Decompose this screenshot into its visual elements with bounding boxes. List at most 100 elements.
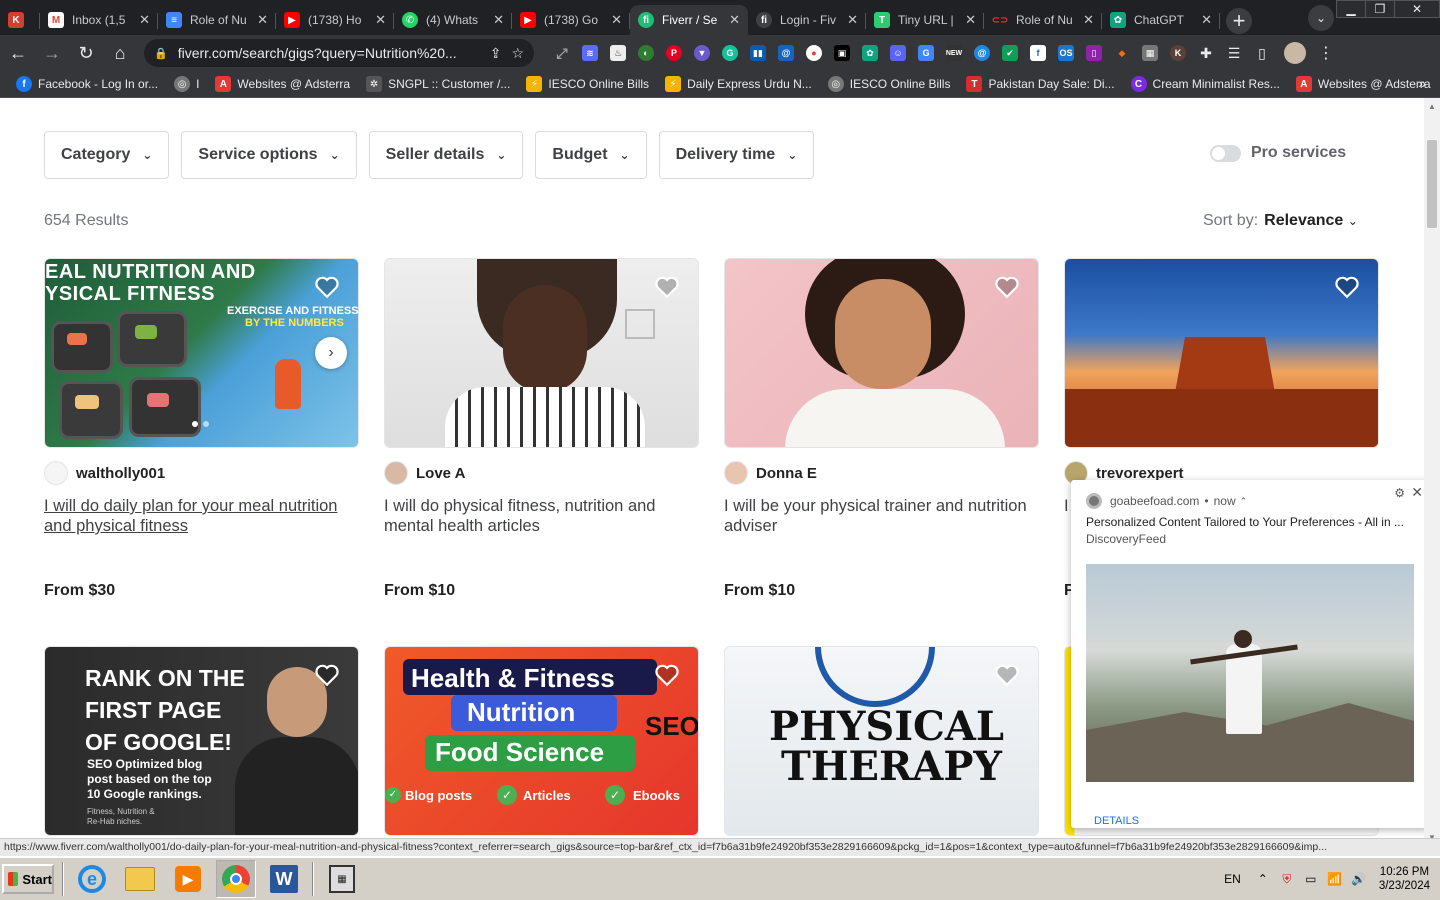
clock[interactable]: 10:26 PM 3/23/2024 (1379, 865, 1430, 893)
gig-card[interactable]: EAL NUTRITION AND YSICAL FITNESS EXERCIS… (44, 258, 359, 600)
seller-name[interactable]: Love A (416, 465, 465, 482)
profile-avatar[interactable] (1284, 42, 1306, 64)
close-icon[interactable]: ✕ (139, 12, 150, 28)
language-indicator[interactable]: EN (1224, 872, 1241, 886)
close-icon[interactable]: ✕ (847, 12, 858, 28)
tab-2[interactable]: ≡ Role of Nu ✕ (158, 5, 276, 35)
gig-title-link[interactable]: I will do daily plan for your meal nutri… (44, 496, 359, 556)
network-icon[interactable]: 📶 (1327, 871, 1343, 887)
gig-thumbnail[interactable]: EAL NUTRITION AND YSICAL FITNESS EXERCIS… (44, 258, 359, 448)
bookmark-item[interactable]: ✲ SNGPL :: Customer /... (366, 76, 510, 92)
extension-icon[interactable]: ▦ (1142, 45, 1158, 61)
extension-icon[interactable]: ▼ (694, 45, 710, 61)
bookmark-item[interactable]: C Cream Minimalist Res... (1130, 76, 1280, 92)
gig-card[interactable]: Donna E I will be your physical trainer … (724, 258, 1039, 600)
carousel-dot[interactable] (203, 421, 209, 427)
extension-icon[interactable]: ▮▮ (750, 45, 766, 61)
home-button[interactable]: ⌂ (104, 37, 136, 69)
gig-thumbnail[interactable]: Health & Fitness Nutrition Food Science … (384, 646, 699, 836)
favorite-heart-icon[interactable] (654, 275, 680, 299)
start-button[interactable]: Start (2, 864, 54, 894)
extension-icon[interactable]: K (1170, 45, 1186, 61)
favorite-heart-icon[interactable] (654, 663, 680, 687)
carousel-next-button[interactable]: › (315, 337, 347, 369)
security-alert-icon[interactable]: ⛨ (1279, 871, 1295, 887)
calculator-taskbar-icon[interactable]: ▦ (322, 860, 362, 898)
filter-service-options[interactable]: Service options ⌄ (181, 131, 357, 179)
address-bar[interactable]: 🔒 fiverr.com/search/gigs?query=Nutrition… (144, 39, 534, 67)
favorite-heart-icon[interactable] (1334, 275, 1360, 299)
gig-card[interactable]: Love A I will do physical fitness, nutri… (384, 258, 699, 600)
pinterest-extension-icon[interactable]: P (666, 45, 682, 61)
extension-icon[interactable]: ◆ (1114, 45, 1130, 61)
bookmark-item[interactable]: A Websites @ Adsterra (215, 76, 350, 92)
close-icon[interactable]: ✕ (729, 12, 740, 28)
close-icon[interactable]: ✕ (257, 12, 268, 28)
gig-thumbnail[interactable] (724, 258, 1039, 448)
bookmark-item[interactable]: ⚡ Daily Express Urdu N... (665, 76, 812, 92)
extension-icon[interactable]: ▯ (1086, 45, 1102, 61)
lock-icon[interactable]: 🔒 (154, 47, 168, 60)
favorite-heart-icon[interactable] (994, 275, 1020, 299)
notification-image[interactable] (1086, 564, 1414, 782)
avatar[interactable] (44, 461, 68, 485)
filter-budget[interactable]: Budget ⌄ (535, 131, 647, 179)
bookmark-item[interactable]: ⚡ IESCO Online Bills (526, 76, 649, 92)
avatar[interactable] (724, 461, 748, 485)
scroll-up-arrow-icon[interactable]: ▲ (1428, 102, 1436, 111)
bookmark-item[interactable]: f Facebook - Log In or... (16, 76, 158, 92)
extension-icon[interactable]: NEW (946, 45, 962, 61)
tab-9[interactable]: ⊂⊃ Role of Nu ✕ (984, 5, 1102, 35)
gig-card[interactable]: PHYSICAL THERAPY (724, 646, 1039, 836)
page-scrollbar[interactable]: ▲ ▼ (1424, 98, 1440, 842)
tab-5[interactable]: ▶ (1738) Go ✕ (512, 5, 630, 35)
extension-icon[interactable]: @ (778, 45, 794, 61)
chevron-up-icon[interactable]: ⌃ (1240, 496, 1248, 507)
bookmark-item[interactable]: ◎ IESCO Online Bills (827, 76, 950, 92)
gig-thumbnail[interactable]: RANK ON THE FIRST PAGE OF GOOGLE! SEO Op… (44, 646, 359, 836)
chrome-taskbar-icon[interactable] (216, 860, 256, 898)
side-panel-icon[interactable]: ▯ (1254, 45, 1270, 61)
gig-title-link[interactable]: I will do physical fitness, nutrition an… (384, 496, 699, 556)
carousel-dot[interactable] (192, 421, 198, 427)
bookmarks-overflow-icon[interactable]: » (1418, 75, 1426, 91)
back-button[interactable]: ← (2, 37, 34, 69)
push-notification[interactable]: goabeefoad.com • now ⌃ ⚙ ✕ Personalized … (1071, 480, 1424, 828)
tab-0[interactable]: K (0, 5, 40, 35)
notification-details-button[interactable]: DETAILS (1094, 815, 1139, 827)
gig-thumbnail[interactable] (1064, 258, 1379, 448)
seller-name[interactable]: Donna E (756, 465, 817, 482)
url-text[interactable]: fiverr.com/search/gigs?query=Nutrition%2… (178, 45, 480, 61)
extension-icon[interactable]: @ (974, 45, 990, 61)
close-icon[interactable]: ✕ (493, 12, 504, 28)
reading-list-icon[interactable]: ☰ (1226, 45, 1242, 61)
extension-icon[interactable]: ✿ (862, 45, 878, 61)
translate-extension-icon[interactable]: G (918, 45, 934, 61)
scrollbar-thumb[interactable] (1427, 140, 1437, 228)
close-icon[interactable]: ✕ (611, 12, 622, 28)
extension-icon[interactable]: ▣ (834, 45, 850, 61)
extension-icon[interactable]: ✔ (1002, 45, 1018, 61)
filter-delivery-time[interactable]: Delivery time ⌄ (658, 131, 815, 179)
gig-card[interactable]: RANK ON THE FIRST PAGE OF GOOGLE! SEO Op… (44, 646, 359, 836)
tab-6[interactable]: fi Fiverr / Se ✕ (630, 5, 748, 35)
gear-icon[interactable]: ⚙ (1394, 486, 1405, 500)
seller-name[interactable]: waltholly001 (76, 465, 165, 482)
extension-icon[interactable]: f (1030, 45, 1046, 61)
forward-button[interactable]: → (36, 37, 68, 69)
window-close-button[interactable]: ✕ (1394, 0, 1440, 18)
close-icon[interactable]: ✕ (375, 12, 386, 28)
tab-7[interactable]: fi Login - Fiv ✕ (748, 5, 866, 35)
extension-icon[interactable]: ● (806, 45, 822, 61)
share-icon[interactable]: ⇪ (490, 45, 502, 62)
extension-icon[interactable]: OS (1058, 45, 1074, 61)
bookmark-star-icon[interactable]: ☆ (511, 45, 524, 62)
gig-thumbnail[interactable]: PHYSICAL THERAPY (724, 646, 1039, 836)
favorite-heart-icon[interactable] (314, 275, 340, 299)
extension-icon[interactable]: ≋ (582, 45, 598, 61)
sort-value[interactable]: Relevance (1264, 212, 1343, 229)
tab-10[interactable]: ✿ ChatGPT ✕ (1102, 5, 1220, 35)
gig-card[interactable]: Health & Fitness Nutrition Food Science … (384, 646, 699, 836)
minimize-button[interactable]: ▁ (1336, 0, 1366, 18)
avatar[interactable] (384, 461, 408, 485)
